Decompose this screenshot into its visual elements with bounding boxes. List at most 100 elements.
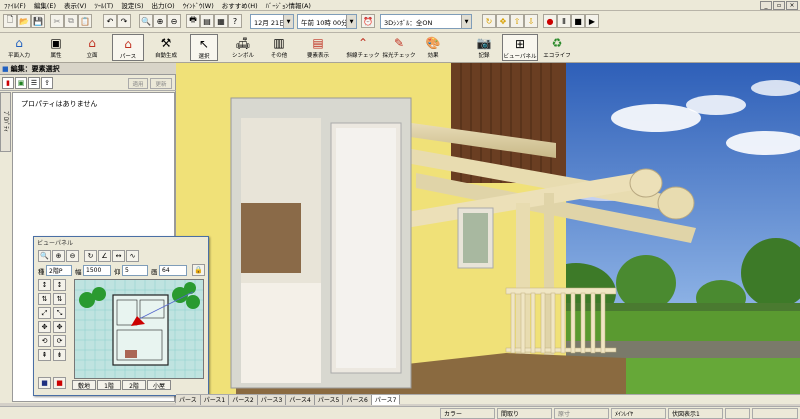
floor-tab-attic[interactable]: 小屋 — [147, 380, 171, 390]
clock-icon[interactable]: ⏰ — [361, 14, 375, 28]
undo-icon[interactable]: ↶ — [103, 14, 117, 28]
date-select[interactable]: 12月 21日 ▼ — [250, 14, 294, 29]
blue-square-icon[interactable]: ■ — [38, 377, 51, 389]
attribute-button[interactable]: ▣ 属性 — [42, 34, 70, 61]
menu-recommend[interactable]: おすすめ(H) — [222, 0, 258, 10]
height-tool-icon[interactable]: ⇅ — [53, 293, 66, 305]
zoom-out-icon[interactable]: ⊖ — [66, 250, 79, 262]
time-select[interactable]: 午前 10時 00分 ▼ — [297, 14, 357, 29]
camera-tool-icon[interactable]: ↕ — [38, 279, 51, 291]
height-tool-icon[interactable]: ⇅ — [38, 293, 51, 305]
plan-map[interactable] — [74, 279, 204, 379]
zoom-icon[interactable]: 🔍 — [38, 250, 51, 262]
elevation-button[interactable]: ⌂ 立面 — [78, 34, 106, 61]
stop-icon[interactable]: ■ — [571, 14, 585, 28]
slope-check-button[interactable]: ⌃ 斜線チェック — [344, 34, 382, 61]
menu-window[interactable]: ｳｲﾝﾄﾞｳ(W) — [183, 0, 214, 10]
restore-icon[interactable]: ▫ — [773, 1, 785, 10]
pan-tool-icon[interactable]: ✥ — [38, 321, 51, 333]
view-tool-icon[interactable]: ⤡ — [53, 307, 66, 319]
menu-file[interactable]: ﾌｧｲﾙ(F) — [4, 0, 26, 10]
menu-tools[interactable]: ﾂｰﾙ(T) — [95, 0, 114, 10]
zoom-in-icon[interactable]: ⊕ — [153, 14, 167, 28]
help-icon[interactable]: ? — [228, 14, 242, 28]
redo-icon[interactable]: ↷ — [117, 14, 131, 28]
pic-select[interactable]: 64 — [159, 265, 187, 276]
floor-tab-2f[interactable]: 2階 — [122, 380, 146, 390]
copy-icon[interactable]: ⧉ — [64, 14, 78, 28]
export-icon[interactable]: ⇪ — [41, 76, 53, 89]
paste-icon[interactable]: 📋 — [78, 14, 92, 28]
tab-perspective-1[interactable]: パース1 — [200, 394, 230, 405]
symbol-mode-select[interactable]: 3Dｼﾝﾎﾞﾙ：全ON ▼ — [380, 14, 472, 29]
tab-perspective-6[interactable]: パース6 — [343, 394, 372, 405]
arrow-up-icon[interactable]: ⇧ — [510, 14, 524, 28]
view-tool-icon[interactable]: ⤢ — [38, 307, 51, 319]
tab-perspective-2[interactable]: パース2 — [229, 394, 258, 405]
width-select[interactable]: 1500 — [83, 265, 111, 276]
plan-input-button[interactable]: ⌂ 平面入力 — [3, 34, 35, 61]
delete-icon[interactable]: ▮ — [2, 76, 14, 89]
record-icon[interactable]: ● — [543, 14, 557, 28]
angle-icon[interactable]: ∠ — [98, 250, 111, 262]
pan-tool-icon[interactable]: ✥ — [53, 321, 66, 333]
tab-perspective-7[interactable]: パース7 — [371, 394, 401, 405]
menu-settings[interactable]: 設定(S) — [121, 0, 143, 10]
path-icon[interactable]: ∿ — [126, 250, 139, 262]
tab-perspective[interactable]: パース — [176, 394, 201, 405]
element-display-button[interactable]: ▤ 要素表示 — [303, 34, 333, 61]
arrow-down-icon[interactable]: ⇩ — [524, 14, 538, 28]
red-square-icon[interactable]: ■ — [53, 377, 66, 389]
minimize-icon[interactable]: _ — [760, 1, 772, 10]
image-icon[interactable]: ▣ — [15, 76, 27, 89]
select-button[interactable]: ↖ 選択 — [190, 34, 218, 61]
property-tab[interactable]: ﾌﾟﾛﾊﾟﾃｨ — [0, 92, 11, 152]
turn-tool-icon[interactable]: ⟳ — [53, 335, 66, 347]
other-button[interactable]: ▥ その他 — [264, 34, 294, 61]
save-icon[interactable]: 💾 — [31, 14, 45, 28]
record-button[interactable]: 📷 記録 — [472, 34, 496, 61]
tab-perspective-4[interactable]: パース4 — [286, 394, 315, 405]
turn-tool-icon[interactable]: ⟲ — [38, 335, 51, 347]
perspective-viewport[interactable] — [176, 63, 800, 394]
menu-edit[interactable]: 編集(E) — [34, 0, 56, 10]
update-button[interactable]: 更新 — [150, 78, 172, 89]
tab-perspective-3[interactable]: パース3 — [257, 394, 287, 405]
kind-select[interactable]: 2階P — [46, 265, 72, 276]
walk-tool-icon[interactable]: ⇞ — [38, 349, 51, 361]
close-icon[interactable]: × — [786, 1, 798, 10]
preview-icon[interactable]: ▤ — [200, 14, 214, 28]
rotate-icon[interactable]: ↻ — [482, 14, 496, 28]
menu-output[interactable]: 出力(O) — [152, 0, 175, 10]
walk-tool-icon[interactable]: ⇟ — [53, 349, 66, 361]
floor-tab-site[interactable]: 敷地 — [72, 380, 96, 390]
menu-view[interactable]: 表示(V) — [64, 0, 87, 10]
floor-tab-1f[interactable]: 1階 — [97, 380, 121, 390]
symbol-button[interactable]: 🛋 シンボル — [226, 34, 260, 61]
eco-life-button[interactable]: ♻ エコライフ — [540, 34, 574, 61]
tab-perspective-5[interactable]: パース5 — [314, 394, 344, 405]
rotate-icon[interactable]: ↻ — [84, 250, 97, 262]
move-icon[interactable]: ✥ — [496, 14, 510, 28]
menu-version[interactable]: ﾊﾞｰｼﾞｮﾝ情報(A) — [266, 0, 311, 10]
apply-button[interactable]: 適用 — [128, 78, 148, 89]
open-folder-icon[interactable]: 📂 — [17, 14, 31, 28]
width-icon[interactable]: ↔ — [112, 250, 125, 262]
view-panel-button[interactable]: ⊞ ビューパネル — [502, 34, 538, 61]
zoom-icon[interactable]: 🔍 — [139, 14, 153, 28]
effect-button[interactable]: 🎨 効果 — [420, 34, 446, 61]
zoom-in-icon[interactable]: ⊕ — [52, 250, 65, 262]
layers-icon[interactable]: ▦ — [214, 14, 228, 28]
zoom-out-icon[interactable]: ⊖ — [167, 14, 181, 28]
new-file-icon[interactable]: 🗋 — [3, 14, 17, 28]
lock-icon[interactable]: 🔒 — [192, 264, 205, 276]
pause-icon[interactable]: Ⅱ — [557, 14, 571, 28]
camera-tool-icon[interactable]: ↕ — [53, 279, 66, 291]
auto-generate-button[interactable]: ⚒ 自動生成 — [150, 34, 182, 61]
cut-icon[interactable]: ✂ — [50, 14, 64, 28]
lighting-check-button[interactable]: ✎ 採光チェック — [383, 34, 416, 61]
play-icon[interactable]: ▶ — [585, 14, 599, 28]
list-icon[interactable]: ☰ — [28, 76, 40, 89]
count-select[interactable]: 5 — [122, 265, 148, 276]
print-icon[interactable]: 🖶 — [186, 14, 200, 28]
